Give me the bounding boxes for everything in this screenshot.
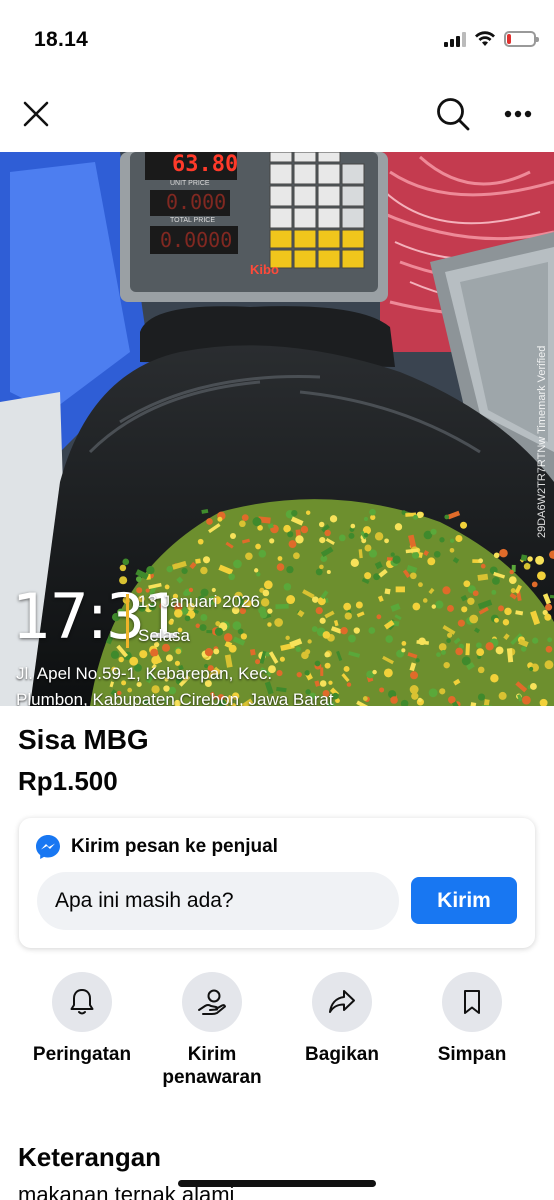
action-bar: Peringatan Kirim penawaran Bagikan Simpa…: [0, 972, 554, 1102]
battery-icon: [504, 30, 539, 47]
scale-weight-display: 63.80: [172, 152, 239, 177]
share-label: Bagikan: [305, 1044, 379, 1065]
watermark-date: 13 Januari 2026: [138, 592, 260, 611]
status-time: 18.14: [34, 28, 89, 51]
close-icon: [23, 101, 49, 127]
battery-fill: [507, 33, 511, 44]
listing-price: Rp1.500: [18, 766, 118, 796]
alert-label: Peringatan: [32, 1044, 132, 1065]
make-offer-label: Kirim penawaran: [162, 1044, 262, 1088]
share-button[interactable]: Bagikan: [272, 972, 412, 1067]
top-nav: [0, 80, 554, 150]
more-icon: [504, 110, 532, 118]
scale-unit-display: 0.000: [166, 190, 227, 214]
close-button[interactable]: [14, 92, 58, 136]
scale-unit-label: UNIT PRICE: [170, 180, 210, 187]
search-icon: [437, 98, 470, 131]
messenger-icon: [36, 835, 60, 859]
search-button[interactable]: [431, 92, 475, 136]
scale-total-display: 0.0000: [160, 228, 233, 252]
make-offer-button[interactable]: Kirim penawaran: [142, 972, 282, 1090]
save-label: Simpan: [437, 1044, 507, 1065]
message-seller-card: Kirim pesan ke penjual Kirim: [19, 818, 535, 948]
watermark-verification: 29DA6W2TR7RTNw Timemark Verified: [536, 345, 548, 538]
scale-brand: Kibo: [250, 262, 279, 277]
cellular-signal-icon: [444, 31, 466, 47]
listing-title: Sisa MBG: [18, 724, 149, 755]
status-icons: [444, 30, 539, 47]
watermark-address-line-1: Jl. Apel No.59-1, Kebarepan, Kec.: [16, 664, 273, 683]
offer-icon-circle: [182, 972, 242, 1032]
bookmark-icon: [464, 990, 480, 1014]
listing-photo[interactable]: 17:31 13 Januari 2026 Selasa Jl. Apel No…: [0, 152, 554, 706]
share-icon-circle: [312, 972, 372, 1032]
scale-total-label: TOTAL PRICE: [170, 217, 215, 224]
send-message-button[interactable]: Kirim: [411, 877, 517, 924]
message-card-title: Kirim pesan ke penjual: [71, 836, 278, 857]
status-bar: 18.14: [0, 0, 554, 80]
wifi-icon: [475, 31, 495, 46]
share-icon: [329, 990, 355, 1013]
more-options-button[interactable]: [496, 92, 540, 136]
alert-icon-circle: [52, 972, 112, 1032]
save-button[interactable]: Simpan: [402, 972, 542, 1067]
alert-button[interactable]: Peringatan: [12, 972, 152, 1067]
watermark-divider: [126, 594, 129, 648]
offer-icon: [198, 989, 226, 1015]
home-indicator[interactable]: [178, 1180, 376, 1187]
save-icon-circle: [442, 972, 502, 1032]
bell-icon: [70, 989, 94, 1015]
message-input[interactable]: [37, 872, 399, 930]
watermark-address-line-2: Plumbon, Kabupaten Cirebon, Jawa Barat: [16, 690, 334, 706]
watermark-day: Selasa: [138, 626, 190, 645]
message-card-header: Kirim pesan ke penjual: [35, 834, 278, 860]
description-heading: Keterangan: [18, 1142, 162, 1172]
